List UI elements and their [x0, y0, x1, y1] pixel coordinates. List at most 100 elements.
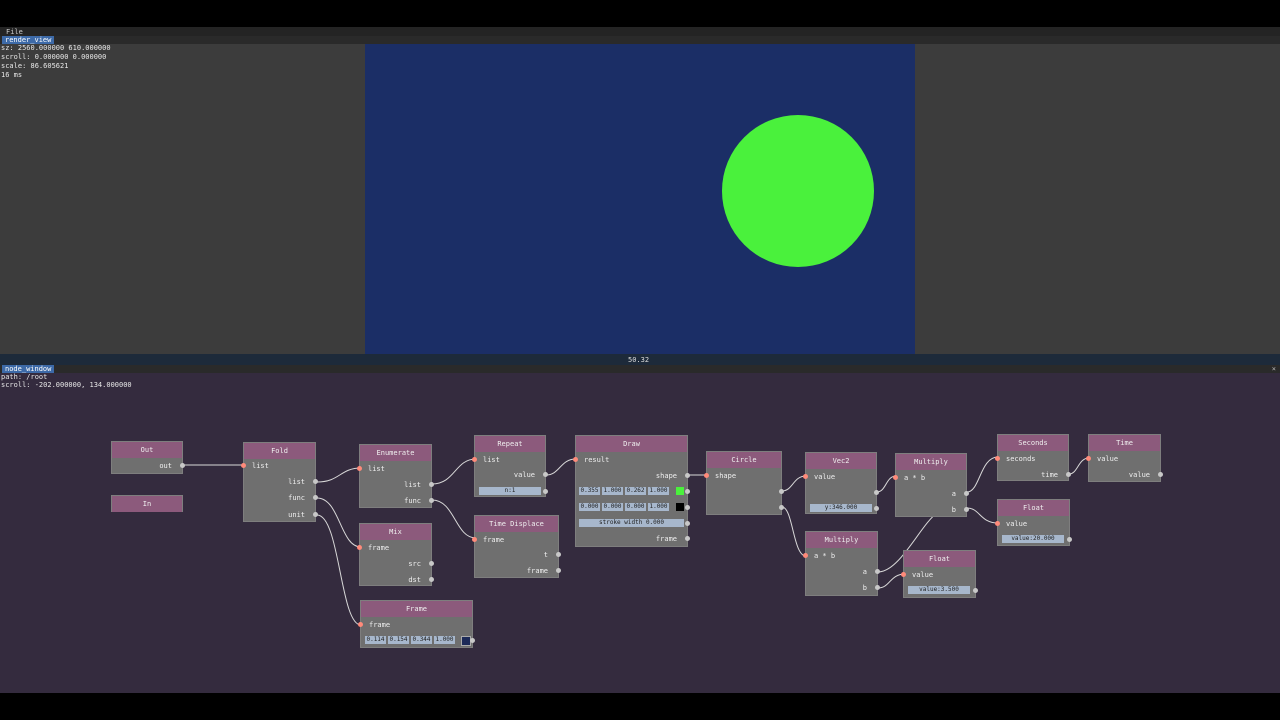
- output-pin[interactable]: [964, 491, 969, 496]
- output-pin[interactable]: [313, 479, 318, 484]
- fill-color-swatch[interactable]: [676, 487, 684, 495]
- input-pin[interactable]: [1086, 456, 1091, 461]
- port-label: value: [1128, 471, 1150, 479]
- output-pin[interactable]: [685, 536, 690, 541]
- port-label: list: [288, 478, 305, 486]
- node-seconds[interactable]: Seconds seconds time: [995, 434, 1071, 481]
- node-frame[interactable]: Frame frame 0.114 0.154 0.344 1.000: [358, 600, 475, 648]
- stroke-color-swatch[interactable]: [676, 503, 684, 511]
- color-r-field[interactable]: 0.355: [579, 487, 600, 495]
- input-pin[interactable]: [357, 545, 362, 550]
- node-float-bottom[interactable]: Float value value:3.500: [901, 550, 978, 598]
- input-pin[interactable]: [357, 466, 362, 471]
- node-circle[interactable]: Circle shape: [704, 451, 784, 515]
- node-vec2[interactable]: Vec2 value y:346.000: [803, 452, 879, 514]
- output-pin[interactable]: [685, 521, 690, 526]
- float-value-field[interactable]: value:20.000: [1002, 535, 1064, 543]
- output-pin[interactable]: [973, 588, 978, 593]
- port-label: value: [1006, 520, 1028, 528]
- output-pin[interactable]: [180, 463, 185, 468]
- input-pin[interactable]: [472, 537, 477, 542]
- input-pin[interactable]: [573, 457, 578, 462]
- port-label: list: [252, 462, 269, 470]
- node-repeat[interactable]: Repeat list value n:1: [472, 435, 548, 497]
- node-time[interactable]: Time value value: [1086, 434, 1163, 482]
- node-enumerate[interactable]: Enumerate list list func: [357, 444, 434, 508]
- render-time-info: 16 ms: [1, 71, 23, 79]
- render-canvas[interactable]: [365, 44, 915, 354]
- port-label: seconds: [1006, 455, 1036, 463]
- input-pin[interactable]: [995, 456, 1000, 461]
- repeat-count-field[interactable]: n:1: [479, 487, 541, 495]
- output-pin[interactable]: [470, 638, 475, 643]
- output-pin[interactable]: [543, 489, 548, 494]
- frame-b-field[interactable]: 0.344: [411, 636, 432, 644]
- stroke-width-field[interactable]: stroke width 0.000: [579, 519, 684, 527]
- input-pin[interactable]: [241, 463, 246, 468]
- output-pin[interactable]: [1066, 472, 1071, 477]
- file-menu[interactable]: File: [6, 28, 23, 36]
- output-pin[interactable]: [313, 495, 318, 500]
- stroke-r-field[interactable]: 0.000: [579, 503, 600, 511]
- wire: [316, 497, 362, 548]
- port-label: dst: [408, 576, 421, 584]
- port-label: func: [404, 497, 421, 505]
- output-pin[interactable]: [313, 512, 318, 517]
- node-float-top[interactable]: Float value value:20.000: [995, 499, 1072, 546]
- input-pin[interactable]: [472, 457, 477, 462]
- output-pin[interactable]: [779, 489, 784, 494]
- node-in[interactable]: In: [111, 495, 183, 512]
- port-label: a * b: [904, 474, 926, 482]
- input-pin[interactable]: [704, 473, 709, 478]
- node-mix[interactable]: Mix frame src dst: [357, 523, 434, 586]
- node-title: Draw: [576, 436, 687, 452]
- vec2-y-field[interactable]: y:346.000: [810, 504, 872, 512]
- color-b-field[interactable]: 0.262: [625, 487, 646, 495]
- output-pin[interactable]: [556, 552, 561, 557]
- input-pin[interactable]: [901, 572, 906, 577]
- output-pin[interactable]: [429, 577, 434, 582]
- output-pin[interactable]: [429, 498, 434, 503]
- frame-r-field[interactable]: 0.114: [365, 636, 386, 644]
- stroke-b-field[interactable]: 0.000: [625, 503, 646, 511]
- output-pin[interactable]: [543, 472, 548, 477]
- node-title: Vec2: [806, 453, 876, 469]
- frame-g-field[interactable]: 0.154: [388, 636, 409, 644]
- node-title: Repeat: [475, 436, 545, 452]
- float-value-field[interactable]: value:3.500: [908, 586, 970, 594]
- input-pin[interactable]: [358, 622, 363, 627]
- output-pin[interactable]: [685, 473, 690, 478]
- render-window-tab[interactable]: render_view: [2, 36, 55, 44]
- node-fold[interactable]: Fold list list func unit: [241, 442, 318, 522]
- node-draw[interactable]: Draw result shape 0.355 1.000 0.262 1.00…: [573, 435, 690, 547]
- output-pin[interactable]: [875, 569, 880, 574]
- output-pin[interactable]: [779, 505, 784, 510]
- input-pin[interactable]: [995, 521, 1000, 526]
- color-g-field[interactable]: 1.000: [602, 487, 623, 495]
- output-pin[interactable]: [874, 490, 879, 495]
- output-pin[interactable]: [874, 506, 879, 511]
- output-pin[interactable]: [1067, 537, 1072, 542]
- node-multiply-top[interactable]: Multiply a * b a b: [893, 453, 969, 517]
- output-pin[interactable]: [556, 568, 561, 573]
- output-pin[interactable]: [875, 585, 880, 590]
- stroke-g-field[interactable]: 0.000: [602, 503, 623, 511]
- node-multiply-bottom[interactable]: Multiply a * b a b: [803, 531, 880, 596]
- input-pin[interactable]: [803, 553, 808, 558]
- input-pin[interactable]: [893, 475, 898, 480]
- output-pin[interactable]: [429, 561, 434, 566]
- output-pin[interactable]: [429, 482, 434, 487]
- port-label: list: [483, 456, 500, 464]
- input-pin[interactable]: [803, 474, 808, 479]
- window-splitter[interactable]: 50.32: [0, 354, 1280, 365]
- stroke-a-field[interactable]: 1.000: [648, 503, 669, 511]
- output-pin[interactable]: [685, 505, 690, 510]
- output-pin[interactable]: [1158, 472, 1163, 477]
- color-a-field[interactable]: 1.000: [648, 487, 669, 495]
- node-out[interactable]: Out out: [111, 441, 185, 474]
- frame-a-field[interactable]: 1.000: [434, 636, 455, 644]
- output-pin[interactable]: [964, 507, 969, 512]
- output-pin[interactable]: [685, 489, 690, 494]
- wire: [431, 458, 477, 485]
- node-time-displace[interactable]: Time Displace frame t frame: [472, 515, 561, 578]
